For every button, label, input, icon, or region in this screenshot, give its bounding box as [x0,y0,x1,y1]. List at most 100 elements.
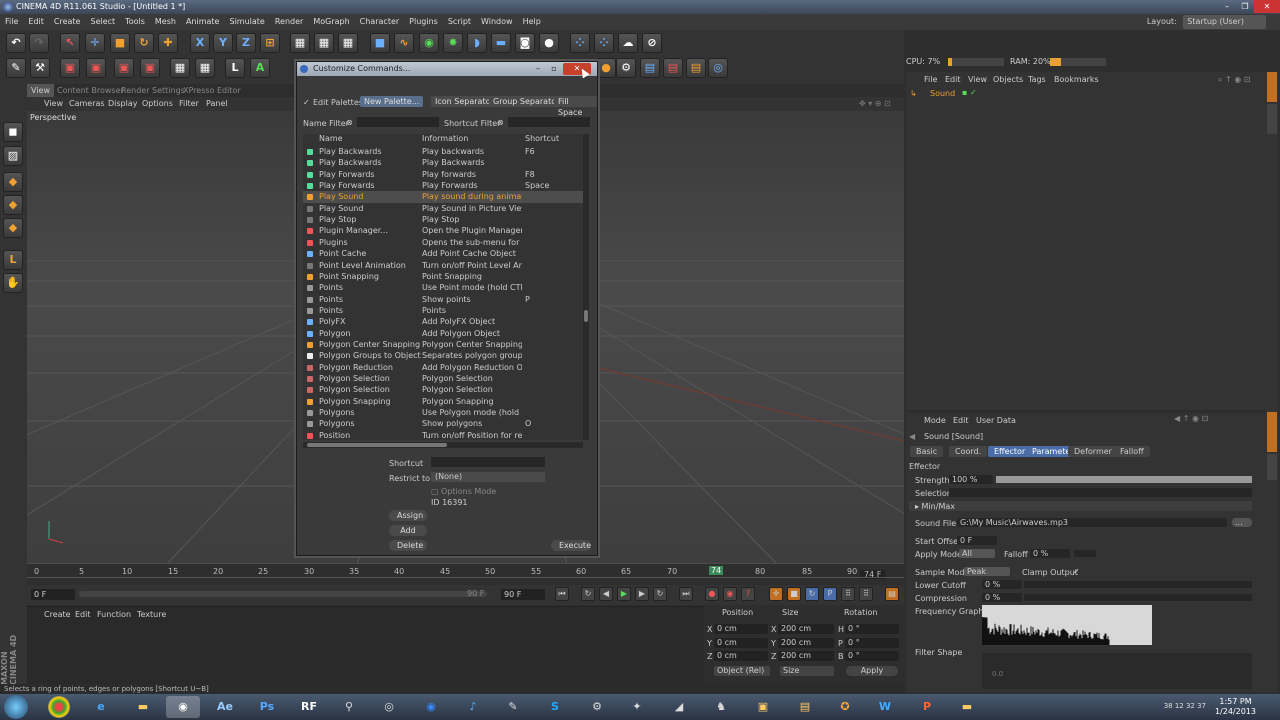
keyframe-selection-icon[interactable]: ? [741,587,755,601]
object-mode-icon[interactable]: ▣ [60,58,80,78]
om-menu-file[interactable]: File [924,75,937,84]
model-tool-icon[interactable]: ⚒ [30,58,50,78]
attributes-side-tab[interactable] [1267,412,1277,452]
menu-file[interactable]: File [0,14,23,30]
tab-xpresso-editor[interactable]: XPresso Editor [179,84,245,97]
blender-icon[interactable]: ✪ [828,696,862,718]
shortcut-filter-clear-icon[interactable]: ⊗ [497,118,504,127]
file-explorer-icon[interactable]: ▬ [126,696,160,718]
hair-icon[interactable]: ⊘ [642,33,662,53]
cinema4d-taskbar-icon[interactable]: ◉ [166,696,200,718]
interpolation-icon[interactable]: ⠿ [859,587,873,601]
delete-button[interactable]: Delete [389,540,427,551]
steam-like-icon[interactable]: ◎ [372,696,406,718]
play-icon[interactable]: ▶ [617,587,631,601]
am-menu-mode[interactable]: Mode [924,416,946,425]
viewport-menu-display[interactable]: Display [108,97,138,111]
command-row[interactable]: PolyFX Add PolyFX Object [303,316,583,327]
outlook-icon[interactable]: ▤ [788,696,822,718]
sound-file-browse-button[interactable]: ... [1232,518,1252,527]
animation-layout-icon[interactable]: ▤ [663,58,683,78]
strength-field[interactable]: 100 % [949,475,993,484]
command-row[interactable]: Point Level Animation Turn on/off Point L… [303,260,583,271]
command-row[interactable]: Play Forwards Play Forwards Space [303,180,583,191]
command-row[interactable]: Polygons Show polygons O [303,418,583,429]
menu-select[interactable]: Select [85,14,120,30]
key-position-icon[interactable]: ✛ [769,587,783,601]
command-row[interactable]: Polygon Selection Polygon Selection [303,384,583,395]
coordinate-system-icon[interactable]: ⊞ [260,33,280,53]
command-row[interactable]: Points Use Point mode (hold CTRL to [303,282,583,293]
undo-icon[interactable]: ↶ [6,33,26,53]
taskbar-clock[interactable]: 1:57 PM 1/24/2013 [1215,697,1256,717]
position-z-field[interactable]: 0 cm [714,651,768,661]
om-menu-edit[interactable]: Edit [945,75,961,84]
camera-icon[interactable]: ◙ [515,33,535,53]
rotate-icon[interactable]: ↻ [134,33,154,53]
om-menu-objects[interactable]: Objects [993,75,1023,84]
dialog-titlebar[interactable]: Customize Commands... – ▫ ✕ [297,62,597,76]
minmax-group[interactable]: ▸ Min/Max [909,501,1252,511]
light-icon[interactable]: ● [539,33,559,53]
am-tab-coord[interactable]: Coord. [949,446,988,457]
am-tab-effector[interactable]: Effector [988,446,1032,457]
move-icon[interactable]: ✛ [85,33,105,53]
compression-field[interactable]: 0 % [982,593,1022,602]
frequency-graph[interactable] [982,605,1152,645]
close-button[interactable]: ✕ [1254,0,1280,13]
workplane-icon[interactable]: ▣ [114,58,134,78]
restrict-to-select[interactable]: (None) [431,472,545,482]
use-polygons-icon[interactable]: ◆ [3,218,23,238]
material-manager[interactable]: Create Edit Function Texture MAXON CINEM… [0,606,704,685]
command-list-vscrollbar[interactable] [583,134,589,440]
command-row[interactable]: Play Sound Play Sound in Picture Viewer [303,203,583,214]
use-points-icon[interactable]: ◆ [3,172,23,192]
points-mode-icon[interactable]: ▣ [140,58,160,78]
tweak-mode-icon[interactable]: ✋ [3,273,23,293]
lower-cutoff-slider[interactable] [1024,581,1252,588]
shortcut-filter-input[interactable] [508,117,590,127]
objects-side-tab[interactable] [1267,72,1277,102]
am-tab-falloff[interactable]: Falloff [1114,446,1150,457]
word-icon[interactable]: W [868,696,902,718]
command-row[interactable]: Play Sound Play sound during animation [303,191,583,203]
object-row-sound[interactable]: ↳ Sound ▪ ✓ [910,88,1260,100]
sculpt-icon[interactable]: ⚙ [616,58,636,78]
command-row[interactable]: Polygons Use Polygon mode (hold CTRL [303,407,583,418]
render-view-icon[interactable]: ▦ [290,33,310,53]
next-frame-icon[interactable]: ▶ [635,587,649,601]
column-shortcut-header[interactable]: Shortcut [525,134,559,144]
viewport-menu-filter[interactable]: Filter [179,97,199,111]
viewport-nav-icons[interactable]: ✥ ▾ ⊕ ⊡ [859,97,891,111]
position-y-field[interactable]: 0 cm [714,638,768,648]
command-row[interactable]: Play Stop Play Stop [303,214,583,225]
start-frame-field[interactable]: 0 F [31,589,75,600]
system-tray[interactable]: 38 12 32 37 [1164,702,1206,710]
hair-layout-icon[interactable]: ▤ [686,58,706,78]
goto-end-icon[interactable]: ⏭ [679,587,693,601]
axis-y-button[interactable]: Y [213,33,233,53]
clamp-output-checkbox[interactable]: ✓ [1073,567,1080,576]
command-row[interactable]: Point Snapping Point Snapping [303,271,583,282]
menu-create[interactable]: Create [49,14,86,30]
floor-icon[interactable]: ▬ [491,33,511,53]
itunes-icon[interactable]: ♪ [456,696,490,718]
scheme-icon[interactable]: ▤ [885,587,899,601]
sound-forge-icon[interactable]: ✎ [496,696,530,718]
scale-icon[interactable]: ■ [110,33,130,53]
visualize-layout-icon[interactable]: ◎ [708,58,728,78]
axis-x-button[interactable]: X [190,33,210,53]
selection-field[interactable] [949,488,1252,497]
command-row[interactable]: Polygon Selection Polygon Selection [303,373,583,384]
menu-edit[interactable]: Edit [23,14,49,30]
live-select-icon[interactable]: ↖ [60,33,80,53]
fill-space-button[interactable]: Fill Space [554,96,597,117]
character-icon[interactable]: ☁ [618,33,638,53]
size-y-field[interactable]: 200 cm [778,638,834,648]
command-row[interactable]: Polygon Reduction Add Polygon Reduction O… [303,362,583,373]
make-editable-icon[interactable]: ✎ [6,58,26,78]
menu-render[interactable]: Render [270,14,308,30]
photoshop-icon[interactable]: Ps [250,696,284,718]
size-x-field[interactable]: 200 cm [778,624,834,634]
sound-effector-icon[interactable]: ● [596,58,616,78]
